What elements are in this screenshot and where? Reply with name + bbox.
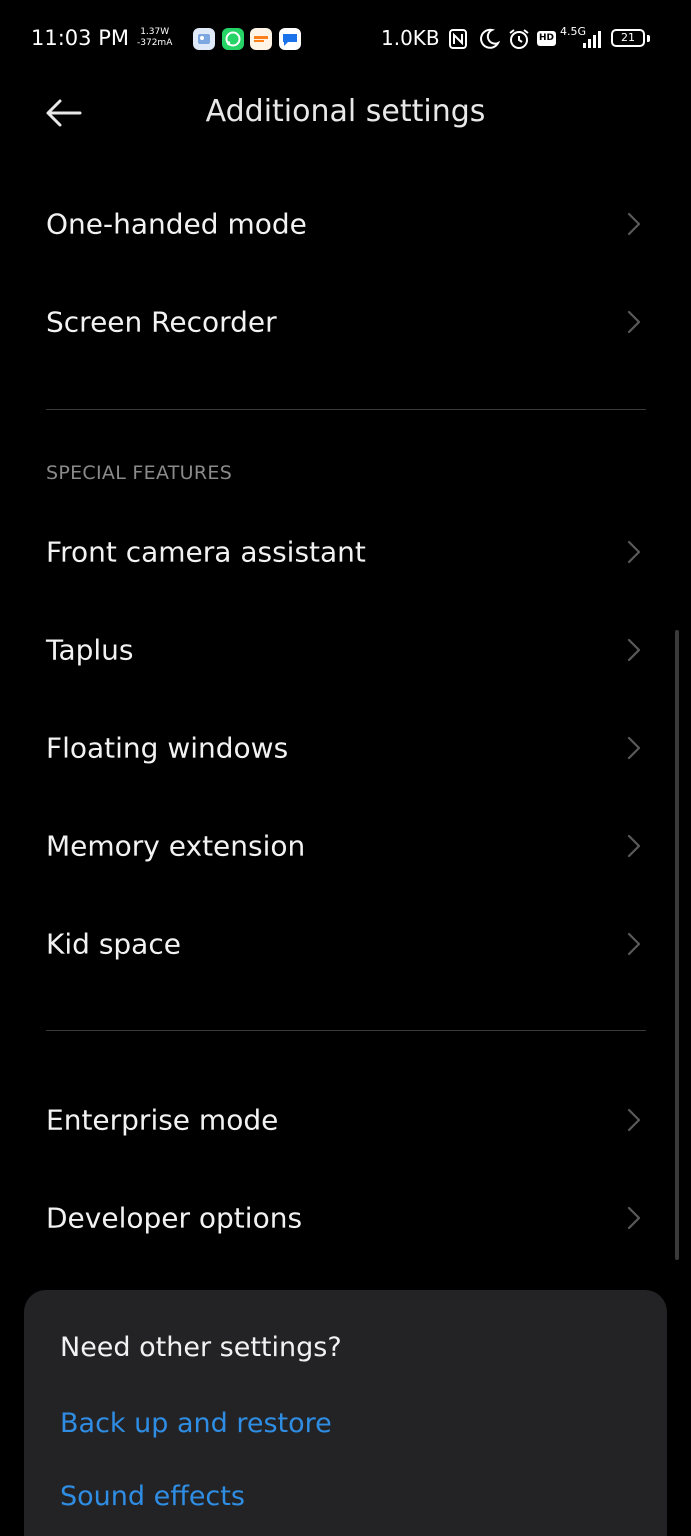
hd-badge: HD: [537, 31, 556, 46]
card-title: Need other settings?: [60, 1332, 342, 1363]
setting-row-memory-extension[interactable]: Memory extension: [0, 797, 691, 895]
setting-row-one-handed-mode[interactable]: One-handed mode: [0, 175, 691, 273]
setting-row-front-camera-assistant[interactable]: Front camera assistant: [0, 503, 691, 601]
divider: [46, 1030, 646, 1031]
setting-row-screen-recorder[interactable]: Screen Recorder: [0, 273, 691, 371]
setting-row-floating-windows[interactable]: Floating windows: [0, 699, 691, 797]
chevron-right-icon: [626, 1106, 642, 1134]
setting-label: One-handed mode: [46, 207, 307, 241]
status-time: 11:03 PM: [31, 26, 129, 50]
setting-label: Screen Recorder: [46, 305, 277, 339]
setting-row-kid-space[interactable]: Kid space: [0, 895, 691, 993]
chevron-right-icon: [626, 636, 642, 664]
setting-label: Developer options: [46, 1201, 303, 1235]
chevron-right-icon: [626, 308, 642, 336]
chevron-right-icon: [626, 538, 642, 566]
setting-label: Memory extension: [46, 829, 306, 863]
power-watts: 1.37W: [140, 27, 170, 37]
scrollbar[interactable]: [675, 630, 679, 1260]
chevron-right-icon: [626, 832, 642, 860]
chevron-right-icon: [626, 930, 642, 958]
suggestion-card: Need other settings? Back up and restore…: [24, 1290, 667, 1536]
chevron-right-icon: [626, 734, 642, 762]
setting-row-developer-options[interactable]: Developer options: [0, 1169, 691, 1267]
link-back-up-and-restore[interactable]: Back up and restore: [60, 1408, 332, 1439]
page-title: Additional settings: [205, 94, 486, 129]
settings-screen: 11:03 PM 1.37W -372mA 1.0KB HD 4.5G 21 A…: [0, 0, 691, 1536]
alarm-icon: [507, 27, 531, 51]
setting-label: Kid space: [46, 927, 181, 961]
signal-icon: [582, 27, 604, 51]
gallery-icon: [193, 28, 215, 50]
swiggy-icon: [250, 28, 272, 50]
power-readout: 1.37W -372mA: [137, 27, 172, 49]
setting-row-taplus[interactable]: Taplus: [0, 601, 691, 699]
power-current: -372mA: [137, 38, 173, 48]
net-speed: 1.0KB: [381, 26, 440, 50]
whatsapp-icon: [222, 28, 244, 50]
link-sound-effects[interactable]: Sound effects: [60, 1481, 245, 1512]
setting-row-enterprise-mode[interactable]: Enterprise mode: [0, 1071, 691, 1169]
status-bar: 11:03 PM 1.37W -372mA 1.0KB HD 4.5G 21: [0, 0, 691, 80]
setting-label: Floating windows: [46, 731, 289, 765]
setting-label: Enterprise mode: [46, 1103, 279, 1137]
section-header-special-features: SPECIAL FEATURES: [46, 462, 233, 484]
nfc-icon: [448, 27, 468, 51]
moon-icon: [478, 27, 500, 51]
battery-indicator: 21: [611, 29, 645, 47]
divider: [46, 409, 646, 410]
chevron-right-icon: [626, 1204, 642, 1232]
battery-tip: [647, 35, 650, 42]
setting-label: Taplus: [46, 633, 134, 667]
setting-label: Front camera assistant: [46, 535, 366, 569]
chevron-right-icon: [626, 210, 642, 238]
messages-icon: [279, 28, 301, 50]
